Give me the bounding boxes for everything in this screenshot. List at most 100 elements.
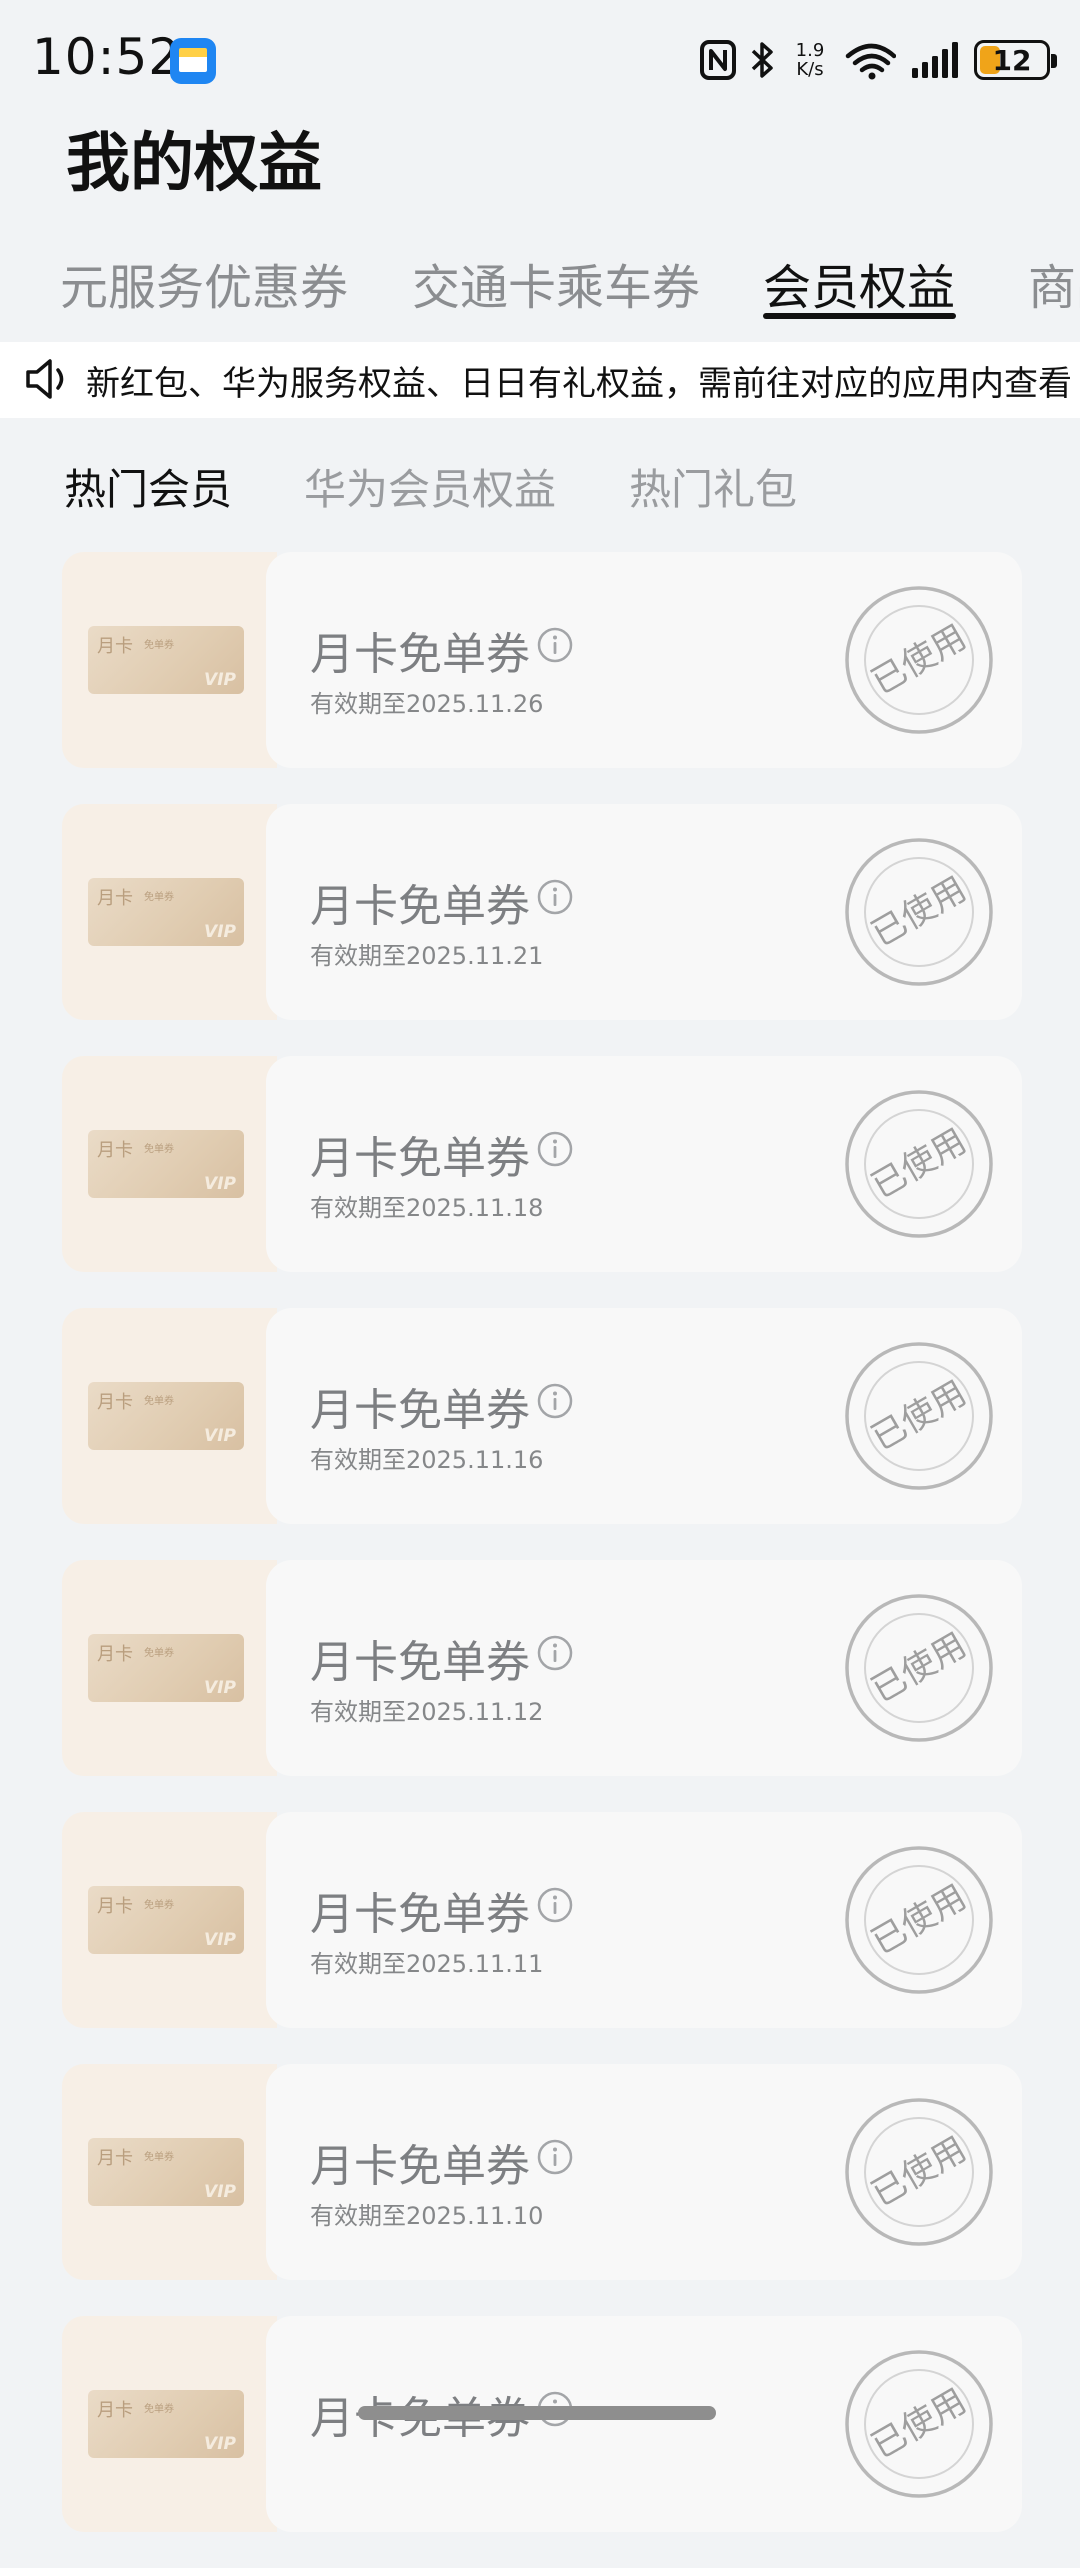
coupon-details: 月卡免单券 有效期至2025.11.10 已使用 <box>266 2064 1022 2280</box>
coupon-item[interactable]: 月卡 免单券 VIP 月卡免单券 有效期至2025.11.10 已使用 <box>62 2064 1022 2280</box>
coupon-card-title: 月卡 <box>97 1140 133 1161</box>
active-tab-indicator <box>763 313 956 319</box>
coupon-expiry: 有效期至2025.11.11 <box>310 1950 544 1978</box>
coupon-expiry: 有效期至2025.11.26 <box>310 690 544 718</box>
used-stamp-label: 已使用 <box>865 2129 973 2215</box>
coupon-card-title: 月卡 <box>97 1392 133 1413</box>
subtab-huawei-member-benefits[interactable]: 华为会员权益 <box>304 456 556 517</box>
battery-icon: 12 <box>974 40 1057 80</box>
coupon-card-image: 月卡 免单券 VIP <box>88 1634 244 1702</box>
coupon-art: 月卡 免单券 VIP <box>62 804 277 1020</box>
coupon-card-subtitle: 免单券 <box>144 2152 174 2163</box>
info-icon[interactable] <box>536 1382 574 1420</box>
status-time: 10:52 <box>32 28 182 86</box>
coupon-card-subtitle: 免单券 <box>144 892 174 903</box>
coupon-card-badge: VIP <box>204 2434 236 2454</box>
wifi-6-icon <box>845 43 896 80</box>
used-stamp-label: 已使用 <box>865 1877 973 1963</box>
home-gesture-bar[interactable] <box>358 2406 716 2420</box>
coupon-card-title: 月卡 <box>97 2148 133 2169</box>
info-icon[interactable] <box>536 2138 574 2176</box>
coupon-art: 月卡 免单券 VIP <box>62 1560 277 1776</box>
bluetooth-icon <box>751 42 773 78</box>
subtab-hot-members[interactable]: 热门会员 <box>64 456 232 517</box>
used-stamp: 已使用 <box>845 1342 993 1490</box>
info-icon[interactable] <box>536 626 574 664</box>
status-bar: 10:52 1.9 K/s 12 <box>0 0 1080 120</box>
used-stamp: 已使用 <box>845 586 993 734</box>
coupon-item[interactable]: 月卡 免单券 VIP 月卡免单券 有效期至2025.11.26 已使用 <box>62 552 1022 768</box>
subtab-hot-gift-packs[interactable]: 热门礼包 <box>629 456 797 517</box>
network-speed-unit: K/s <box>796 59 824 80</box>
coupon-list: 月卡 免单券 VIP 月卡免单券 有效期至2025.11.26 已使用 月卡 免… <box>62 552 1022 2568</box>
used-stamp: 已使用 <box>845 1846 993 1994</box>
coupon-name: 月卡免单券 <box>310 2141 530 2192</box>
coupon-expiry: 有效期至2025.11.10 <box>310 2202 544 2230</box>
page-title: 我的权益 <box>66 127 322 201</box>
used-stamp: 已使用 <box>845 838 993 986</box>
coupon-art: 月卡 免单券 VIP <box>62 2064 277 2280</box>
used-stamp: 已使用 <box>845 2098 993 2246</box>
coupon-art: 月卡 免单券 VIP <box>62 552 277 768</box>
coupon-card-image: 月卡 免单券 VIP <box>88 1382 244 1450</box>
coupon-name: 月卡免单券 <box>310 1133 530 1184</box>
coupon-item[interactable]: 月卡 免单券 VIP 月卡免单券 有效期至2025.11.11 已使用 <box>62 1812 1022 2028</box>
signal-icon <box>912 42 958 78</box>
coupon-card-image: 月卡 免单券 VIP <box>88 626 244 694</box>
used-stamp-label: 已使用 <box>865 2381 973 2467</box>
coupon-card-image: 月卡 免单券 VIP <box>88 2390 244 2458</box>
coupon-art: 月卡 免单券 VIP <box>62 1056 277 1272</box>
coupon-item[interactable]: 月卡 免单券 VIP 月卡免单券 有效期至2025.11.16 已使用 <box>62 1308 1022 1524</box>
coupon-card-title: 月卡 <box>97 636 133 657</box>
coupon-item[interactable]: 月卡 免单券 VIP 月卡免单券 已使用 <box>62 2316 1022 2532</box>
coupon-details: 月卡免单券 有效期至2025.11.12 已使用 <box>266 1560 1022 1776</box>
coupon-card-badge: VIP <box>204 922 236 942</box>
used-stamp: 已使用 <box>845 1090 993 1238</box>
coupon-name: 月卡免单券 <box>310 881 530 932</box>
coupon-card-badge: VIP <box>204 1174 236 1194</box>
coupon-expiry: 有效期至2025.11.16 <box>310 1446 544 1474</box>
coupon-item[interactable]: 月卡 免单券 VIP 月卡免单券 有效期至2025.11.21 已使用 <box>62 804 1022 1020</box>
tab-member-benefits[interactable]: 会员权益 <box>763 248 955 318</box>
coupon-card-title: 月卡 <box>97 1644 133 1665</box>
used-stamp: 已使用 <box>845 2350 993 2498</box>
coupon-card-subtitle: 免单券 <box>144 640 174 651</box>
coupon-item[interactable]: 月卡 免单券 VIP 月卡免单券 有效期至2025.11.12 已使用 <box>62 1560 1022 1776</box>
coupon-expiry: 有效期至2025.11.18 <box>310 1194 544 1222</box>
used-stamp-label: 已使用 <box>865 1625 973 1711</box>
coupon-expiry: 有效期至2025.11.21 <box>310 942 544 970</box>
coupon-details: 月卡免单券 有效期至2025.11.21 已使用 <box>266 804 1022 1020</box>
coupon-card-badge: VIP <box>204 1678 236 1698</box>
info-icon[interactable] <box>536 1634 574 1672</box>
tab-products[interactable]: 商品 <box>1028 248 1080 318</box>
coupon-item[interactable]: 月卡 免单券 VIP 月卡免单券 有效期至2025.11.18 已使用 <box>62 1056 1022 1272</box>
used-stamp-label: 已使用 <box>865 1373 973 1459</box>
tab-transit-card-coupons[interactable]: 交通卡乘车券 <box>412 248 700 318</box>
coupon-card-title: 月卡 <box>97 2400 133 2421</box>
used-stamp: 已使用 <box>845 1594 993 1742</box>
coupon-card-subtitle: 免单券 <box>144 1396 174 1407</box>
coupon-details: 月卡免单券 有效期至2025.11.11 已使用 <box>266 1812 1022 2028</box>
coupon-details: 月卡免单券 有效期至2025.11.16 已使用 <box>266 1308 1022 1524</box>
speaker-icon <box>26 359 64 399</box>
info-icon[interactable] <box>536 1886 574 1924</box>
coupon-card-image: 月卡 免单券 VIP <box>88 878 244 946</box>
notice-bar: 新红包、华为服务权益、日日有礼权益，需前往对应的应用内查看 <box>0 342 1080 418</box>
used-stamp-label: 已使用 <box>865 869 973 955</box>
coupon-name: 月卡免单券 <box>310 629 530 680</box>
wallet-icon <box>170 38 216 84</box>
tab-service-coupons[interactable]: 元服务优惠券 <box>60 248 348 318</box>
coupon-details: 月卡免单券 有效期至2025.11.18 已使用 <box>266 1056 1022 1272</box>
info-icon[interactable] <box>536 1130 574 1168</box>
coupon-expiry: 有效期至2025.11.12 <box>310 1698 544 1726</box>
nfc-icon <box>700 40 736 80</box>
network-speed: 1.9 K/s <box>790 41 830 79</box>
coupon-art: 月卡 免单券 VIP <box>62 2316 277 2532</box>
coupon-name: 月卡免单券 <box>310 1637 530 1688</box>
used-stamp-label: 已使用 <box>865 1121 973 1207</box>
coupon-card-image: 月卡 免单券 VIP <box>88 2138 244 2206</box>
coupon-art: 月卡 免单券 VIP <box>62 1812 277 2028</box>
coupon-card-title: 月卡 <box>97 1896 133 1917</box>
info-icon[interactable] <box>536 878 574 916</box>
coupon-details: 月卡免单券 已使用 <box>266 2316 1022 2532</box>
